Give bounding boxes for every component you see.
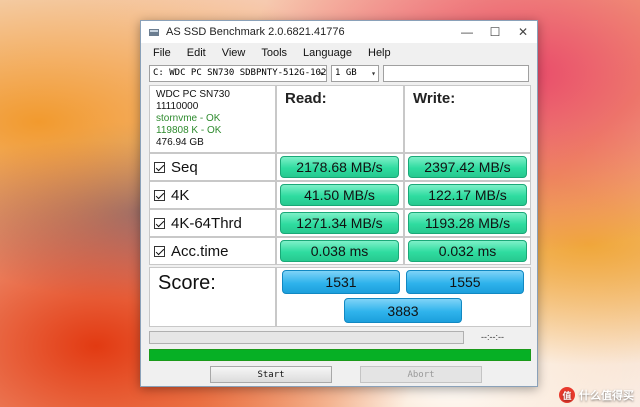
- drive-select[interactable]: C: WDC PC SN730 SDBPNTY-512G-1027 ▾: [149, 64, 327, 82]
- acc-time-write-cell: 0.032 ms: [404, 237, 531, 265]
- test-row-4k[interactable]: 4K: [149, 181, 276, 209]
- note-field[interactable]: [383, 64, 529, 82]
- drive-capacity: 476.94 GB: [156, 137, 204, 148]
- menu-edit[interactable]: Edit: [179, 47, 214, 59]
- abort-button[interactable]: Abort: [360, 366, 482, 383]
- overall-progress-bar: [149, 349, 531, 361]
- test-row-seq[interactable]: Seq: [149, 153, 276, 181]
- watermark-text: 什么值得买: [579, 390, 634, 402]
- 4k-64thrd-read-cell: 1271.34 MB/s: [276, 209, 404, 237]
- menu-bar: File Edit View Tools Language Help: [141, 43, 537, 63]
- title-bar: AS SSD Benchmark 2.0.6821.41776 — ☐ ✕: [141, 21, 537, 43]
- seq-write-cell: 2397.42 MB/s: [404, 153, 531, 181]
- 4k-read-value: 41.50 MB/s: [280, 184, 399, 206]
- menu-help[interactable]: Help: [360, 47, 399, 59]
- 4k-write-cell: 122.17 MB/s: [404, 181, 531, 209]
- checkbox-acc-time[interactable]: [154, 245, 165, 257]
- drive-info-panel: WDC PC SN730 11110000 stornvme - OK 1198…: [149, 85, 276, 153]
- test-label-seq: Seq: [171, 158, 198, 176]
- 4k-write-value: 122.17 MB/s: [408, 184, 527, 206]
- read-header-label: Read:: [285, 90, 327, 107]
- seq-read-cell: 2178.68 MB/s: [276, 153, 404, 181]
- size-select[interactable]: 1 GB ▾: [331, 64, 379, 82]
- size-select-value: 1 GB: [335, 68, 357, 78]
- watermark: 值 什么值得买: [559, 387, 634, 403]
- minimize-button[interactable]: —: [453, 21, 481, 43]
- menu-language[interactable]: Language: [295, 47, 360, 59]
- drive-firmware: 11110000: [156, 101, 199, 112]
- write-header-label: Write:: [413, 90, 456, 107]
- checkbox-4k[interactable]: [154, 189, 165, 201]
- drive-model: WDC PC SN730: [156, 89, 230, 100]
- chevron-down-icon: ▾: [371, 68, 376, 78]
- menu-view[interactable]: View: [214, 47, 254, 59]
- seq-read-value: 2178.68 MB/s: [280, 156, 399, 178]
- alignment-status: 119808 K - OK: [156, 125, 222, 136]
- score-panel: 1531 1555 3883: [276, 267, 531, 327]
- acc-time-read-value: 0.038 ms: [280, 240, 399, 262]
- start-button[interactable]: Start: [210, 366, 332, 383]
- 4k-64thrd-read-value: 1271.34 MB/s: [280, 212, 399, 234]
- test-label-4k-64thrd: 4K-64Thrd: [171, 214, 242, 232]
- overall-progress-fill: [150, 350, 530, 360]
- score-write: 1555: [406, 270, 524, 294]
- 4k-64thrd-write-cell: 1193.28 MB/s: [404, 209, 531, 237]
- test-progress-bar: [149, 331, 464, 344]
- checkbox-seq[interactable]: [154, 161, 165, 173]
- test-row-4k-64thrd[interactable]: 4K-64Thrd: [149, 209, 276, 237]
- menu-tools[interactable]: Tools: [253, 47, 295, 59]
- window-title: AS SSD Benchmark 2.0.6821.41776: [166, 26, 345, 38]
- read-column-header: Read:: [276, 85, 404, 153]
- maximize-button[interactable]: ☐: [481, 21, 509, 43]
- score-label: Score:: [158, 272, 216, 294]
- 4k-read-cell: 41.50 MB/s: [276, 181, 404, 209]
- score-read: 1531: [282, 270, 400, 294]
- acc-time-write-value: 0.032 ms: [408, 240, 527, 262]
- 4k-64thrd-write-value: 1193.28 MB/s: [408, 212, 527, 234]
- checkbox-4k-64thrd[interactable]: [154, 217, 165, 229]
- elapsed-time: --:--:--: [481, 332, 504, 342]
- seq-write-value: 2397.42 MB/s: [408, 156, 527, 178]
- test-label-acc-time: Acc.time: [171, 242, 229, 260]
- test-label-4k: 4K: [171, 186, 190, 204]
- test-row-acc-time[interactable]: Acc.time: [149, 237, 276, 265]
- close-button[interactable]: ✕: [509, 21, 537, 43]
- drive-select-value: C: WDC PC SN730 SDBPNTY-512G-1027: [153, 68, 327, 78]
- watermark-logo-icon: 值: [559, 387, 575, 403]
- score-total: 3883: [344, 298, 462, 323]
- chevron-down-icon: ▾: [319, 68, 324, 78]
- acc-time-read-cell: 0.038 ms: [276, 237, 404, 265]
- menu-file[interactable]: File: [145, 47, 179, 59]
- score-label-cell: Score:: [149, 267, 276, 327]
- app-icon: [148, 26, 160, 38]
- drive-bar: C: WDC PC SN730 SDBPNTY-512G-1027 ▾ 1 GB…: [141, 63, 537, 83]
- driver-status: stornvme - OK: [156, 113, 221, 124]
- write-column-header: Write:: [404, 85, 531, 153]
- as-ssd-window: AS SSD Benchmark 2.0.6821.41776 — ☐ ✕ Fi…: [140, 20, 538, 387]
